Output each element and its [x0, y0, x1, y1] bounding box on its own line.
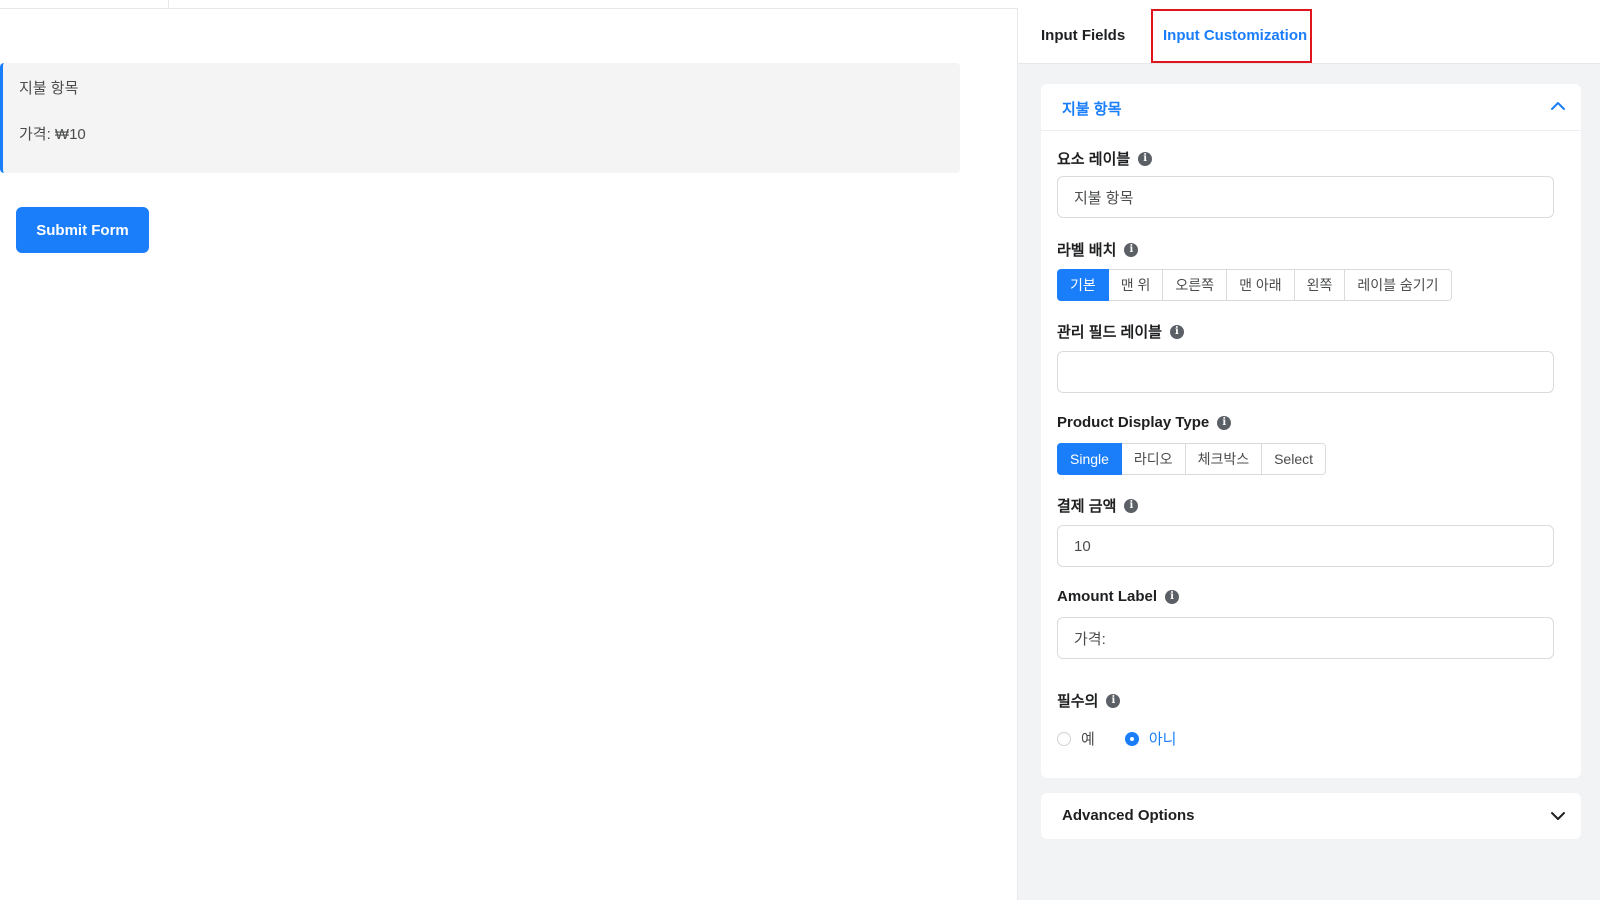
label-placement-text: 라벨 배치 — [1057, 242, 1117, 259]
radio-circle[interactable] — [1124, 731, 1139, 746]
settings-panel: Input Fields Input Customization 지불 항목 요… — [1017, 8, 1600, 900]
display-option-checkbox[interactable]: 체크박스 — [1185, 443, 1263, 475]
chevron-up-icon[interactable] — [1549, 97, 1567, 115]
required-option-no[interactable]: 아니 — [1124, 728, 1177, 749]
required-option-no-label: 아니 — [1148, 731, 1177, 748]
form-preview: 지불 항목 가격: ₩10 Submit Form — [0, 0, 1018, 900]
required-option-yes-label: 예 — [1081, 731, 1095, 748]
payment-amount-title: 결제 금액 i — [1057, 495, 1139, 516]
display-option-radio[interactable]: 라디오 — [1121, 443, 1186, 475]
admin-field-label-title: 관리 필드 레이블 i — [1057, 321, 1184, 342]
payment-item-field[interactable]: 지불 항목 가격: ₩10 — [0, 63, 960, 173]
product-display-type-title: Product Display Type i — [1057, 414, 1232, 431]
product-display-type-text: Product Display Type — [1057, 414, 1210, 431]
product-display-type-group: Single 라디오 체크박스 Select — [1057, 443, 1327, 475]
tab-input-fields[interactable]: Input Fields — [1041, 8, 1125, 63]
customization-card: 지불 항목 요소 레이블 i 라벨 배치 i 기본 맨 위 오른쪽 맨 아래 왼… — [1041, 84, 1581, 778]
required-text: 필수의 — [1057, 693, 1099, 710]
admin-field-label-input[interactable] — [1057, 351, 1554, 393]
placement-option-hide[interactable]: 레이블 숨기기 — [1345, 269, 1452, 301]
payment-item-label: 지불 항목 — [19, 80, 79, 97]
chevron-down-icon[interactable] — [1549, 807, 1567, 825]
amount-label-input[interactable] — [1057, 617, 1554, 659]
submit-form-button[interactable]: Submit Form — [16, 207, 149, 253]
required-title: 필수의 i — [1057, 690, 1121, 711]
info-icon[interactable]: i — [1217, 415, 1232, 430]
info-icon[interactable]: i — [1169, 324, 1184, 339]
placement-option-top[interactable]: 맨 위 — [1108, 269, 1164, 301]
element-label-text: 요소 레이블 — [1057, 151, 1131, 168]
placement-option-bottom[interactable]: 맨 아래 — [1227, 269, 1295, 301]
info-icon[interactable]: i — [1165, 589, 1179, 604]
required-radio-group: 예 아니 — [1057, 728, 1206, 749]
amount-label-text: Amount Label — [1057, 588, 1157, 605]
amount-label-title: Amount Label i — [1057, 588, 1179, 605]
info-icon[interactable]: i — [1138, 151, 1153, 166]
info-icon[interactable]: i — [1124, 498, 1139, 513]
info-icon[interactable]: i — [1106, 693, 1121, 708]
panel-tabs: Input Fields Input Customization — [1018, 8, 1600, 64]
display-option-single[interactable]: Single — [1057, 443, 1122, 475]
advanced-options-card[interactable]: Advanced Options — [1041, 793, 1581, 839]
display-option-select[interactable]: Select — [1262, 443, 1327, 475]
element-label-title: 요소 레이블 i — [1057, 148, 1153, 169]
radio-circle[interactable] — [1057, 731, 1071, 746]
card-title: 지불 항목 — [1062, 101, 1122, 118]
placement-option-left[interactable]: 왼쪽 — [1294, 269, 1346, 301]
payment-amount-input[interactable] — [1057, 525, 1554, 567]
admin-field-label-text: 관리 필드 레이블 — [1057, 324, 1162, 341]
tab-highlight-box — [1151, 9, 1312, 63]
advanced-options-title: Advanced Options — [1062, 807, 1195, 824]
label-placement-title: 라벨 배치 i — [1057, 239, 1139, 260]
required-option-yes[interactable]: 예 — [1057, 728, 1095, 749]
card-header[interactable]: 지불 항목 — [1041, 84, 1581, 131]
payment-amount-text: 결제 금액 — [1057, 498, 1117, 515]
info-icon[interactable]: i — [1124, 242, 1139, 257]
placement-option-right[interactable]: 오른쪽 — [1163, 269, 1228, 301]
payment-item-price: 가격: ₩10 — [19, 126, 86, 143]
label-placement-group: 기본 맨 위 오른쪽 맨 아래 왼쪽 레이블 숨기기 — [1057, 269, 1452, 301]
placement-option-default[interactable]: 기본 — [1057, 269, 1109, 301]
element-label-input[interactable] — [1057, 176, 1554, 218]
